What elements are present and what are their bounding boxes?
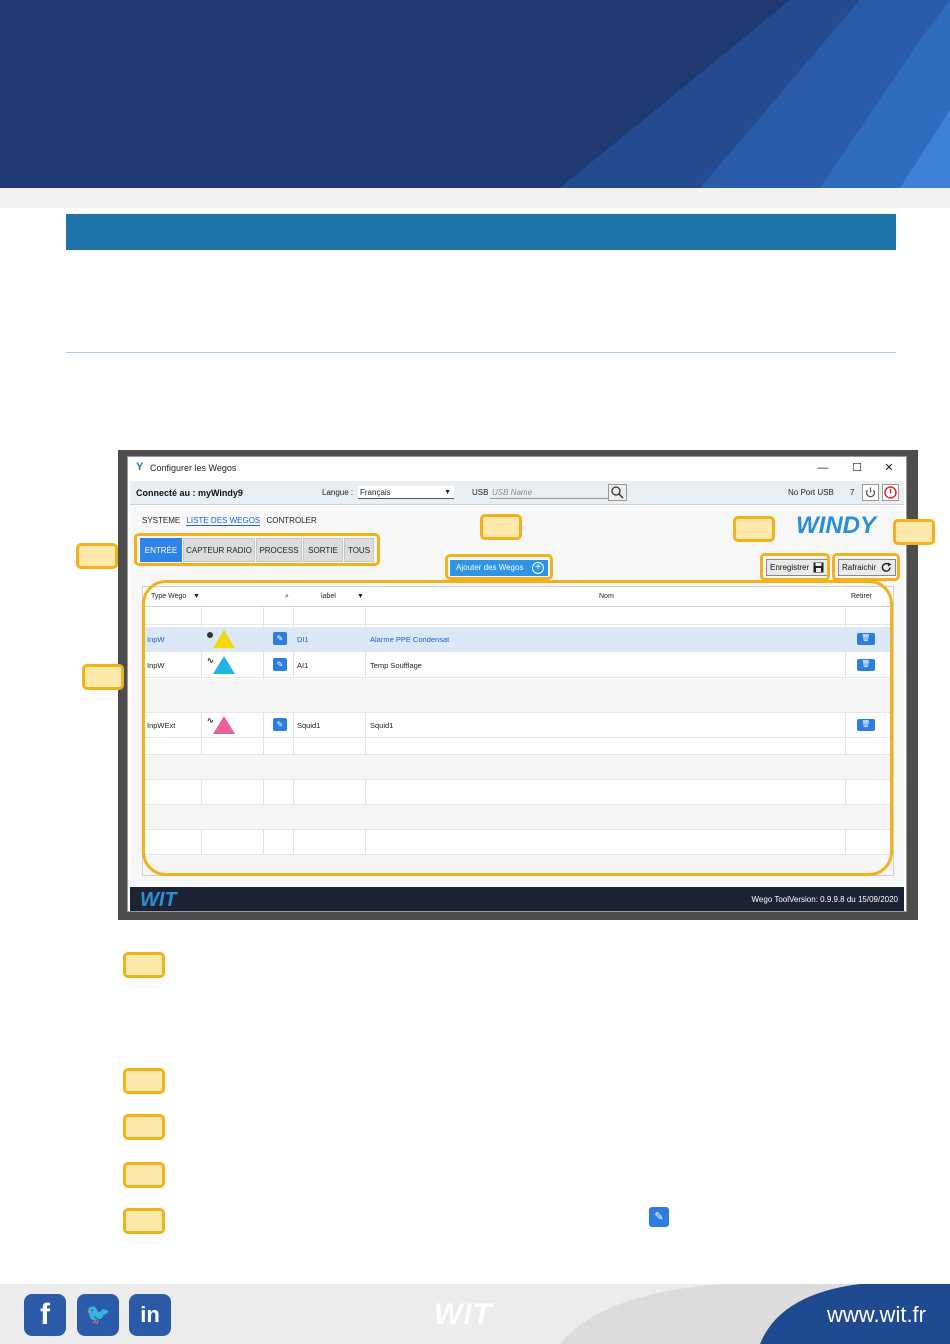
stop-icon [884, 486, 897, 499]
callout-badge [123, 1068, 165, 1094]
callout-badge [123, 1114, 165, 1140]
wit-app-logo: WIT [140, 889, 177, 911]
top-menu: SYSTEME LISTE DES WEGOS CONTROLER [142, 516, 321, 526]
menu-liste-des-wegos[interactable]: LISTE DES WEGOS [186, 516, 261, 526]
menu-systeme[interactable]: SYSTEME [142, 516, 180, 525]
usb-search-button[interactable] [608, 484, 627, 501]
callout-outline-refresh [832, 553, 900, 581]
usb-port-status: No Port USB [788, 488, 834, 497]
window-title: Configurer les Wegos [150, 463, 237, 473]
close-button[interactable]: ✕ [874, 459, 904, 477]
search-icon [611, 486, 624, 499]
language-value: Français [360, 488, 391, 497]
chevron-down-icon: ▼ [444, 489, 451, 496]
connection-bar: Connecté au : myWindy9 Langue : Français… [130, 481, 904, 505]
power-icon [865, 487, 876, 498]
minimize-button[interactable]: — [808, 459, 838, 477]
callout-outline-table [142, 580, 893, 876]
document-page: Y Configurer les Wegos — ☐ ✕ Connecté au… [0, 0, 950, 1344]
callout-badge [123, 952, 165, 978]
window-titlebar: Y Configurer les Wegos — ☐ ✕ [128, 457, 906, 479]
menu-controler[interactable]: CONTROLER [267, 516, 317, 525]
header-banner [0, 0, 950, 188]
callout-badge [82, 664, 124, 690]
version-text: Wego ToolVersion: 0.9.9.8 du 15/09/2020 [751, 895, 898, 904]
callout-badge [893, 519, 935, 545]
callout-outline-tabs [134, 533, 380, 566]
app-status-bar: WIT Wego ToolVersion: 0.9.9.8 du 15/09/2… [130, 887, 904, 911]
maximize-button[interactable]: ☐ [842, 459, 872, 477]
linkedin-icon[interactable]: in [129, 1294, 171, 1336]
port-number: 7 [850, 488, 855, 497]
section-title-bar [66, 214, 896, 250]
connect-button[interactable] [862, 484, 879, 501]
language-label: Langue : [322, 488, 354, 497]
connection-status: Connecté au : myWindy9 [136, 488, 243, 498]
callout-badge [76, 543, 118, 569]
facebook-icon[interactable]: f [24, 1294, 66, 1336]
usb-label: USB [472, 488, 489, 497]
twitter-icon[interactable]: 🐦 [77, 1294, 119, 1336]
callout-badge [733, 516, 775, 542]
banner-graphic [0, 0, 950, 188]
callout-badge [480, 514, 522, 540]
page-footer: f 🐦 in WIT www.wit.fr [0, 1284, 950, 1344]
callout-badge [123, 1162, 165, 1188]
wit-footer-logo: WIT [434, 1298, 492, 1331]
section-divider [66, 352, 896, 353]
callout-badge [123, 1208, 165, 1234]
windy-logo: WINDY [796, 512, 876, 539]
disconnect-button[interactable] [882, 484, 899, 501]
app-logo-icon: Y [136, 461, 144, 473]
website-url[interactable]: www.wit.fr [827, 1302, 926, 1328]
callout-outline-save [760, 553, 830, 581]
edit-icon: ✎ [649, 1207, 669, 1227]
banner-strip [0, 188, 950, 208]
usb-name-input[interactable]: USB Name [490, 486, 608, 499]
language-select[interactable]: Français ▼ [358, 486, 454, 499]
callout-outline-add [445, 554, 553, 580]
